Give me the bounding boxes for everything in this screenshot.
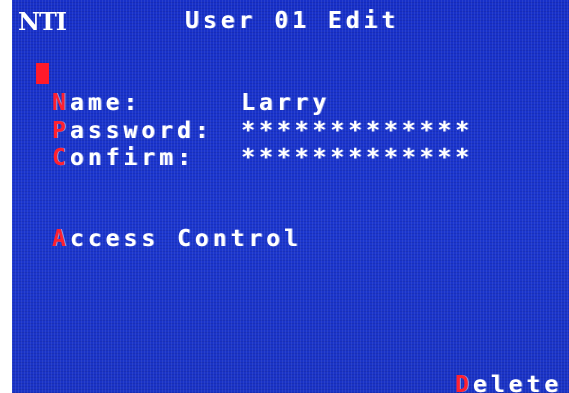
access-hotkey: A [52,226,70,252]
name-field-label[interactable]: Name: [52,92,141,115]
confirm-field-label[interactable]: Confirm: [52,147,195,170]
delete-option[interactable]: Delete [455,374,562,393]
nti-logo: NTI [18,7,67,36]
confirm-password-field[interactable]: ************* [241,147,473,170]
name-field[interactable]: Larry [241,92,330,115]
password-hotkey: P [52,118,70,144]
delete-label-text: elete [472,372,563,393]
password-label-text: assword: [69,118,213,144]
page-title: User 01 Edit [185,8,400,34]
confirm-label-text: onfirm: [69,145,195,171]
password-field[interactable]: ************* [241,120,473,143]
password-field-label[interactable]: Password: [52,120,213,143]
osd-screen: NTI User 01 Edit Name: Larry Password: *… [12,0,569,393]
name-hotkey: N [52,90,70,116]
text-cursor [36,63,49,84]
access-control-option[interactable]: Access Control [52,228,302,251]
confirm-hotkey: C [52,145,70,171]
name-label-text: ame: [69,90,142,116]
delete-hotkey: D [455,372,473,393]
access-label-text: ccess Control [69,226,302,252]
